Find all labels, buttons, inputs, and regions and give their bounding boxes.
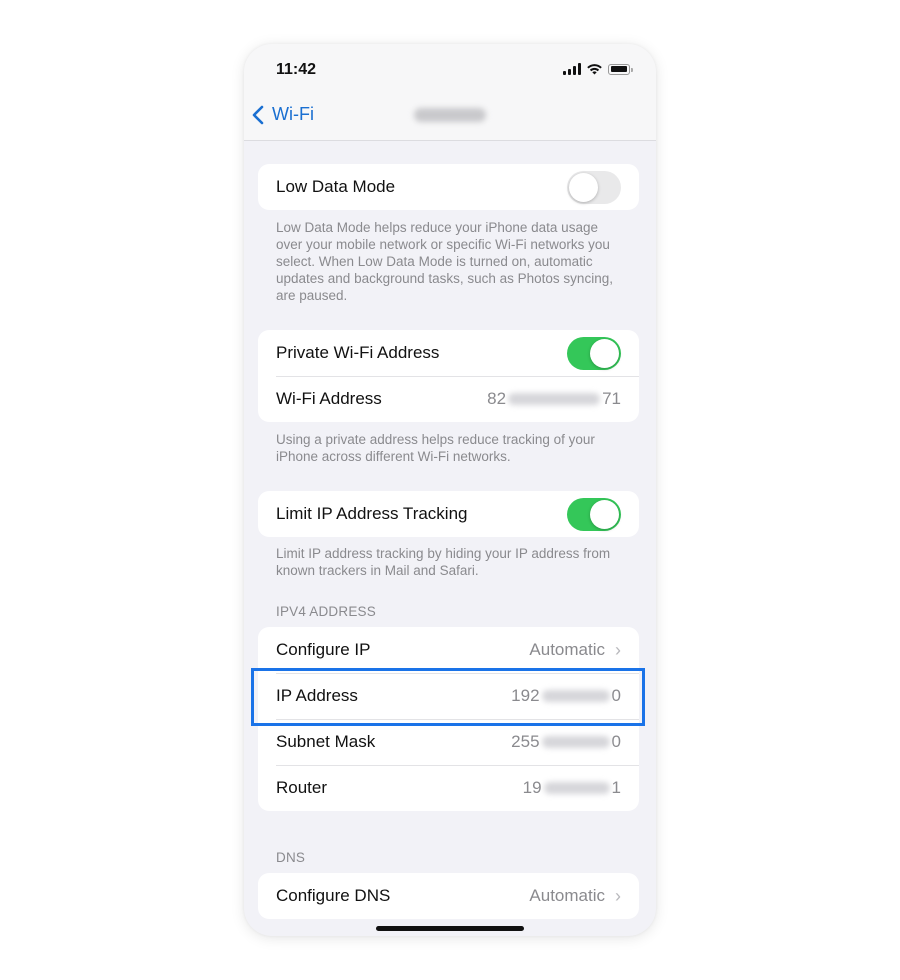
chevron-right-icon: › bbox=[615, 885, 621, 906]
limit-tracking-toggle[interactable] bbox=[567, 497, 621, 531]
configure-dns-value-text: Automatic bbox=[529, 886, 605, 905]
navigation-bar: 11:42 Wi-Fi bbox=[244, 44, 656, 141]
limit-tracking-label: Limit IP Address Tracking bbox=[276, 504, 468, 523]
configure-dns-label: Configure DNS bbox=[276, 886, 391, 905]
low-data-toggle[interactable] bbox=[567, 170, 621, 204]
low-data-row: Low Data Mode bbox=[258, 164, 639, 210]
chevron-left-icon bbox=[252, 105, 264, 124]
private-address-group: Private Wi-Fi Address Wi-Fi Address 82 7… bbox=[258, 330, 639, 422]
battery-icon bbox=[608, 63, 633, 75]
low-data-label: Low Data Mode bbox=[276, 177, 396, 196]
wifi-address-label: Wi-Fi Address bbox=[276, 389, 382, 408]
private-address-toggle[interactable] bbox=[567, 336, 621, 370]
toggle-knob bbox=[569, 172, 598, 202]
wifi-address-prefix: 82 bbox=[487, 389, 507, 408]
router-row: Router 19 1 bbox=[258, 765, 639, 811]
status-time: 11:42 bbox=[276, 61, 317, 78]
wifi-icon bbox=[587, 64, 602, 75]
toggle-knob bbox=[590, 338, 619, 368]
cellular-signal-icon bbox=[563, 63, 581, 75]
low-data-footer: Low Data Mode helps reduce your iPhone d… bbox=[276, 220, 613, 303]
private-address-label: Private Wi-Fi Address bbox=[276, 343, 440, 362]
ip-address-highlight-box bbox=[251, 668, 645, 726]
chevron-right-icon: › bbox=[615, 639, 621, 660]
back-button[interactable]: Wi-Fi bbox=[252, 104, 314, 125]
back-label: Wi-Fi bbox=[272, 104, 314, 124]
limit-tracking-group: Limit IP Address Tracking bbox=[258, 491, 639, 537]
network-name-blurred bbox=[414, 108, 486, 122]
dns-header: DNS bbox=[276, 850, 306, 865]
router-label: Router bbox=[276, 778, 328, 797]
router-value: 19 1 bbox=[523, 778, 621, 798]
configure-ip-value: Automatic › bbox=[529, 640, 621, 661]
limit-tracking-row: Limit IP Address Tracking bbox=[258, 491, 639, 537]
router-prefix: 19 bbox=[522, 778, 542, 797]
limit-tracking-footer: Limit IP address tracking by hiding your… bbox=[276, 546, 611, 578]
configure-dns-value: Automatic › bbox=[529, 886, 621, 907]
subnet-mask-suffix: 0 bbox=[611, 732, 621, 751]
redacted-blur bbox=[541, 736, 610, 748]
home-indicator[interactable] bbox=[376, 926, 524, 931]
subnet-mask-label: Subnet Mask bbox=[276, 732, 376, 751]
phone-screen: 11:42 Wi-Fi Low Data Mode Low Data Mode … bbox=[244, 44, 656, 936]
configure-ip-value-text: Automatic bbox=[529, 640, 605, 659]
toggle-knob bbox=[590, 499, 619, 529]
configure-dns-row[interactable]: Configure DNS Automatic › bbox=[258, 873, 639, 919]
private-address-row: Private Wi-Fi Address bbox=[258, 330, 639, 376]
redacted-blur bbox=[543, 782, 610, 794]
low-data-group: Low Data Mode bbox=[258, 164, 639, 210]
wifi-address-value: 82 71 bbox=[487, 389, 621, 409]
subnet-mask-prefix: 255 bbox=[511, 732, 540, 751]
wifi-address-row: Wi-Fi Address 82 71 bbox=[258, 376, 639, 422]
status-icons bbox=[563, 63, 633, 75]
wifi-address-suffix: 71 bbox=[602, 389, 621, 408]
private-address-footer: Using a private address helps reduce tra… bbox=[276, 432, 595, 464]
configure-ip-label: Configure IP bbox=[276, 640, 371, 659]
router-suffix: 1 bbox=[611, 778, 621, 797]
configure-ip-row[interactable]: Configure IP Automatic › bbox=[258, 627, 639, 673]
subnet-mask-value: 255 0 bbox=[511, 732, 621, 752]
redacted-blur bbox=[508, 393, 601, 405]
dns-group: Configure DNS Automatic › bbox=[258, 873, 639, 919]
ipv4-header: IPV4 ADDRESS bbox=[276, 604, 376, 619]
